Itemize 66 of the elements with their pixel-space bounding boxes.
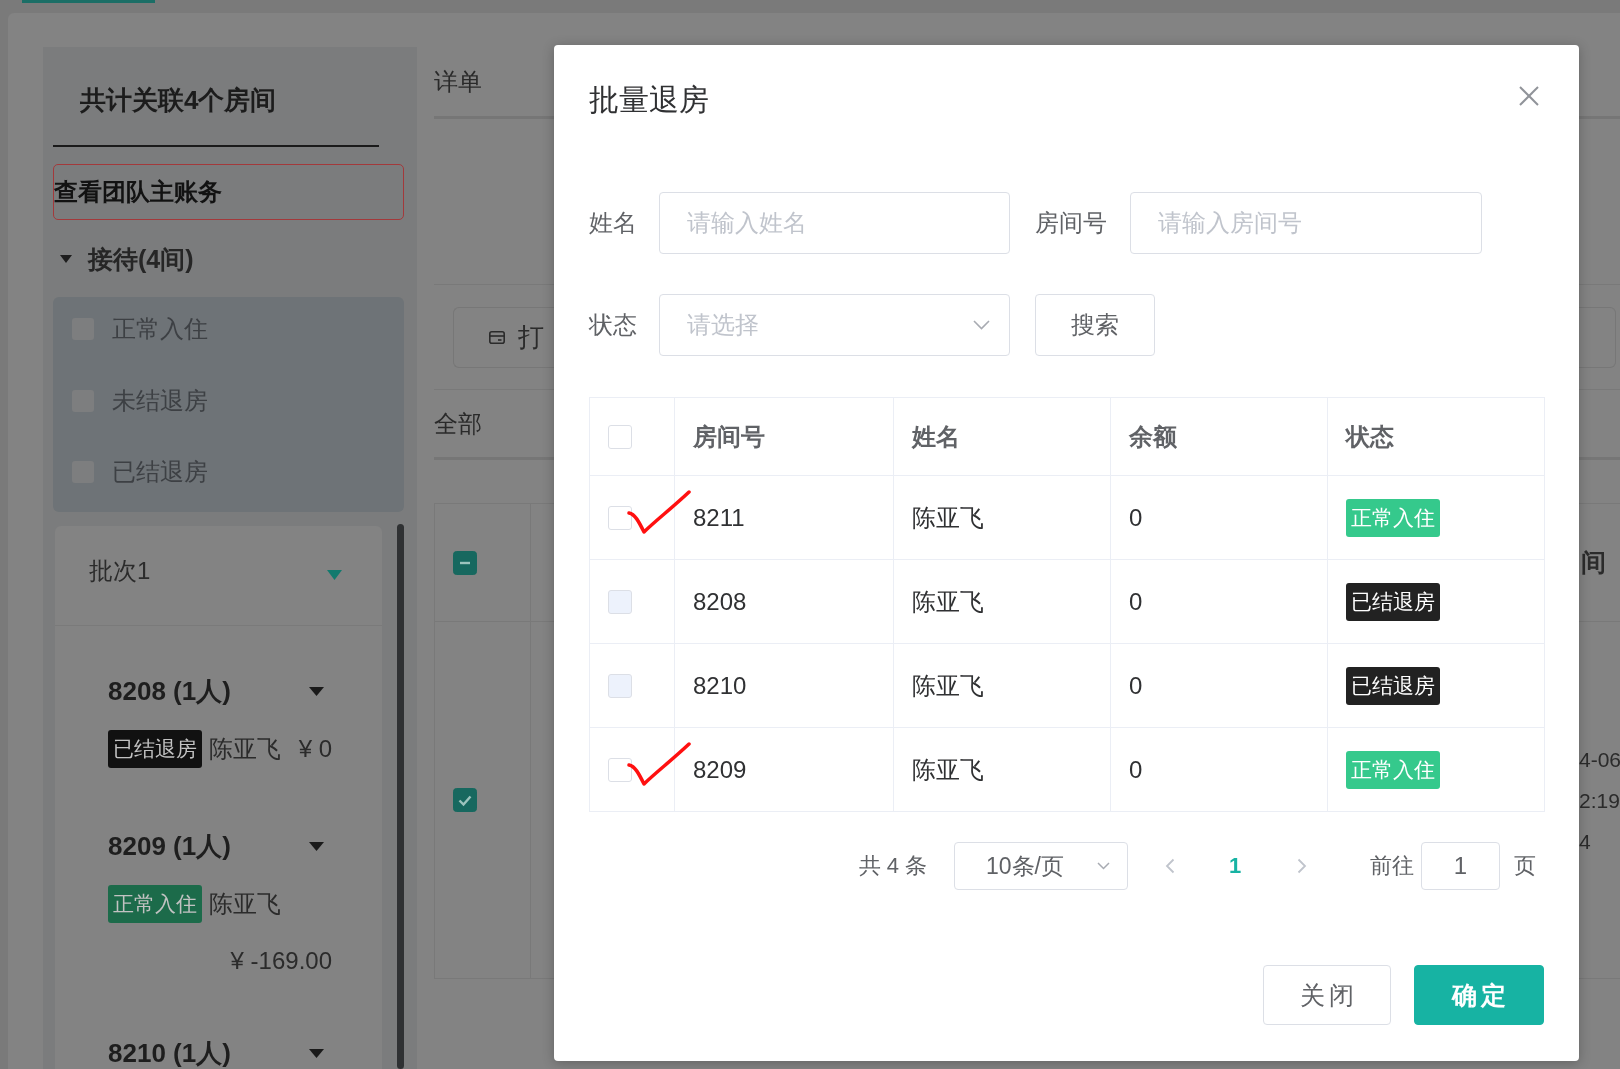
select-all-checkbox[interactable]	[453, 550, 477, 575]
field-label: 房间号	[1035, 209, 1108, 237]
goto-label: 前往	[1370, 852, 1414, 880]
guest-name: 陈亚飞	[209, 735, 281, 763]
status-tag: 正常入住	[1346, 750, 1440, 789]
table-cell-text: 2:19	[1579, 787, 1620, 814]
scrollbar[interactable]	[397, 524, 404, 1069]
field-label: 姓名	[589, 209, 638, 237]
sidebar-title: 共计关联4个房间	[80, 86, 277, 114]
total-count: 共 4 条	[858, 852, 927, 880]
table-cell: 0	[1111, 644, 1328, 728]
column-header: 余额	[1111, 398, 1328, 476]
guest-balance: ¥ -169.00	[230, 947, 332, 975]
status-tag: 已结退房	[108, 730, 202, 768]
dialog-title: 批量退房	[589, 82, 709, 118]
guest-name: 陈亚飞	[209, 890, 281, 918]
page-number[interactable]: 1	[1217, 853, 1253, 879]
room-title[interactable]: 8210 (1人)	[108, 1039, 231, 1067]
caret-icon[interactable]	[309, 1048, 324, 1058]
guest-balance: ¥ 0	[298, 735, 332, 763]
status-tag: 正常入住	[1346, 498, 1440, 537]
table-cell-text: 4	[1579, 828, 1591, 855]
caret-icon[interactable]	[309, 686, 324, 696]
table-cell: 8208	[675, 560, 894, 644]
table-cell: 陈亚飞	[894, 644, 1111, 728]
group-label[interactable]: 接待(4间)	[88, 244, 194, 274]
column-header: 房间号	[675, 398, 894, 476]
table-cell: 陈亚飞	[894, 728, 1111, 812]
table-cell: 陈亚飞	[894, 476, 1111, 560]
room-title[interactable]: 8208 (1人)	[108, 677, 231, 705]
caret-icon[interactable]	[60, 255, 72, 263]
column-header: 间	[1580, 547, 1606, 578]
status-select[interactable]: 请选择	[659, 294, 1010, 356]
status-tag: 已结退房	[1346, 666, 1440, 705]
table-cell: 0	[1111, 560, 1328, 644]
table-cell: 8210	[675, 644, 894, 728]
text-input[interactable]: 请输入姓名	[659, 192, 1010, 254]
table-cell: 0	[1111, 476, 1328, 560]
chevron-down-icon	[973, 320, 990, 330]
card-icon	[489, 330, 505, 344]
row-checkbox[interactable]	[453, 788, 477, 812]
team-account-link[interactable]: 查看团队主账务	[53, 164, 404, 220]
close-icon[interactable]	[1519, 86, 1539, 106]
goto-suffix: 页	[1514, 852, 1536, 880]
confirm-button[interactable]: 确定	[1414, 965, 1544, 1025]
table-cell: 0	[1111, 728, 1328, 812]
page-jump-input[interactable]: 1	[1421, 842, 1500, 890]
table-cell: 陈亚飞	[894, 560, 1111, 644]
room-title[interactable]: 8209 (1人)	[108, 832, 231, 860]
table-cell: 8211	[675, 476, 894, 560]
table-cell-text: 4-06	[1579, 746, 1620, 773]
status-tag: 正常入住	[108, 885, 202, 923]
chevron-down-icon	[1097, 862, 1110, 870]
close-button[interactable]: 关闭	[1263, 965, 1391, 1025]
batch-label[interactable]: 批次1	[89, 556, 151, 585]
status-tag: 已结退房	[1346, 582, 1440, 621]
tab[interactable]: 详单	[434, 68, 482, 95]
table-cell: 8209	[675, 728, 894, 812]
column-header: 姓名	[894, 398, 1111, 476]
text-input[interactable]: 请输入房间号	[1130, 192, 1482, 254]
caret-icon[interactable]	[309, 841, 324, 851]
column-header: 状态	[1328, 398, 1545, 476]
page-size-select[interactable]: 10条/页	[954, 842, 1128, 890]
search-button[interactable]: 搜索	[1035, 294, 1155, 356]
field-label: 状态	[589, 311, 638, 339]
tab[interactable]: 全部	[434, 409, 482, 438]
